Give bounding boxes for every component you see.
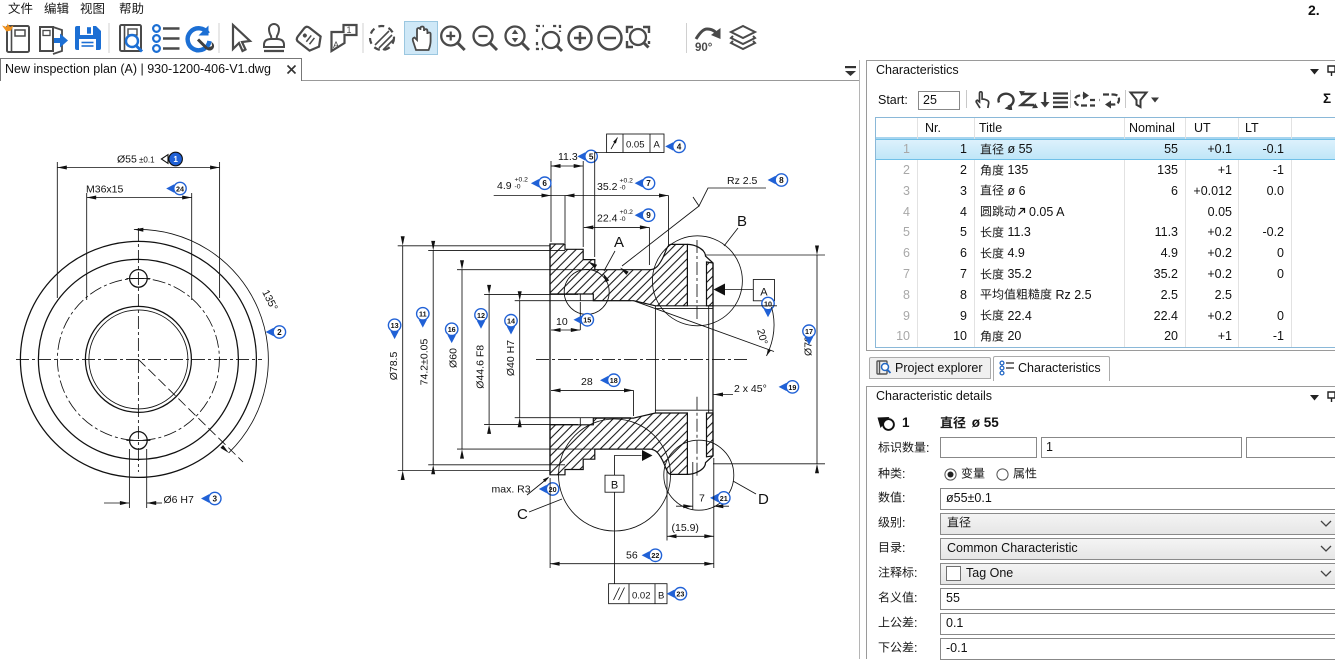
svg-text:4: 4 xyxy=(677,142,682,151)
svg-text:0.05: 0.05 xyxy=(626,140,645,151)
svg-text:11: 11 xyxy=(419,310,427,319)
svg-text:B: B xyxy=(737,213,747,230)
svg-text:D: D xyxy=(758,491,769,508)
svg-text:Ø78.5: Ø78.5 xyxy=(388,352,400,381)
svg-text:Ø44.6 F8: Ø44.6 F8 xyxy=(475,345,487,389)
svg-text:A: A xyxy=(654,140,661,151)
svg-text:+0.2: +0.2 xyxy=(515,177,529,184)
svg-text:B: B xyxy=(611,479,618,491)
svg-text:A: A xyxy=(614,234,624,251)
svg-text:B: B xyxy=(658,591,664,602)
svg-text:-0: -0 xyxy=(620,216,626,223)
svg-text:23: 23 xyxy=(676,590,684,599)
svg-text:7: 7 xyxy=(646,179,651,188)
svg-text:17: 17 xyxy=(805,327,813,336)
svg-text:Ø60: Ø60 xyxy=(448,348,460,368)
svg-text:7: 7 xyxy=(699,493,705,505)
svg-text:M36x15: M36x15 xyxy=(86,184,124,196)
svg-text:max. R3: max. R3 xyxy=(492,484,531,496)
svg-text:16: 16 xyxy=(448,325,456,334)
svg-text:3: 3 xyxy=(213,494,218,503)
svg-text:22: 22 xyxy=(651,551,659,560)
svg-text:24: 24 xyxy=(176,184,184,193)
svg-text:-0: -0 xyxy=(515,184,521,191)
svg-text:28: 28 xyxy=(581,376,593,388)
svg-text:1: 1 xyxy=(173,155,178,164)
svg-text:Ø40 H7: Ø40 H7 xyxy=(505,340,517,376)
svg-text:56: 56 xyxy=(626,550,638,562)
svg-text:4.9: 4.9 xyxy=(497,180,512,192)
svg-text:35.2: 35.2 xyxy=(597,181,618,193)
svg-text:21: 21 xyxy=(720,494,728,503)
svg-text:18: 18 xyxy=(610,376,618,385)
svg-text:135°: 135° xyxy=(259,288,280,313)
svg-text:74.2±0.05: 74.2±0.05 xyxy=(419,339,431,386)
svg-text:+0.2: +0.2 xyxy=(620,178,634,185)
svg-text:0.02: 0.02 xyxy=(632,591,651,602)
svg-text:-0: -0 xyxy=(620,185,626,192)
svg-text:10: 10 xyxy=(556,316,568,328)
svg-text:12: 12 xyxy=(477,311,485,320)
svg-text:20°: 20° xyxy=(754,328,770,346)
svg-text:8: 8 xyxy=(779,176,784,185)
svg-text:Ø6 H7: Ø6 H7 xyxy=(164,494,195,506)
svg-text:Rz 2.5: Rz 2.5 xyxy=(727,175,758,187)
svg-text:14: 14 xyxy=(507,317,515,326)
svg-text:15: 15 xyxy=(583,316,591,325)
svg-text:9: 9 xyxy=(646,211,651,220)
svg-text:22.4: 22.4 xyxy=(597,213,618,225)
svg-text:2 x 45°: 2 x 45° xyxy=(734,383,767,395)
svg-text:19: 19 xyxy=(788,383,796,392)
svg-text:C: C xyxy=(517,506,528,523)
svg-text:11.3: 11.3 xyxy=(558,151,578,163)
svg-text:Ø55: Ø55 xyxy=(117,154,137,166)
svg-text:5: 5 xyxy=(589,152,594,161)
svg-text:6: 6 xyxy=(542,179,547,188)
svg-text:10: 10 xyxy=(764,299,772,308)
svg-text:2: 2 xyxy=(277,328,282,337)
svg-text:13: 13 xyxy=(391,321,399,330)
svg-text:(15.9): (15.9) xyxy=(672,522,699,534)
svg-text:±0.1: ±0.1 xyxy=(139,156,155,165)
svg-text:+0.2: +0.2 xyxy=(620,209,634,216)
